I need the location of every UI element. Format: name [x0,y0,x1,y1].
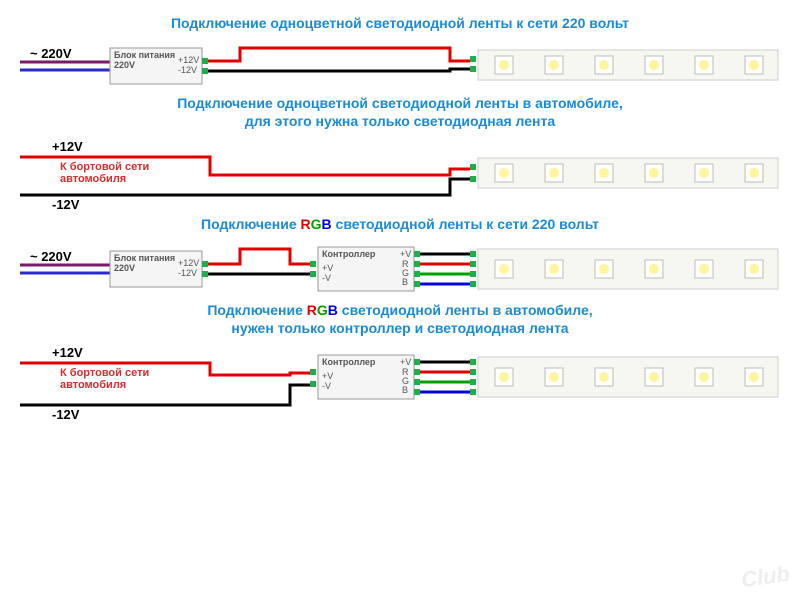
svg-text:B: B [402,277,408,287]
svg-text:B: B [402,385,408,395]
n12-label-2: -12V [52,407,80,422]
n12-label: -12V [52,197,80,211]
watermark: Club [740,561,792,594]
title-1: Подключение одноцветной светодиодной лен… [12,14,788,32]
svg-text:+V: +V [400,357,411,367]
title-2: Подключение одноцветной светодиодной лен… [12,94,788,130]
svg-text:-12V: -12V [178,268,197,278]
p12-label-2: +12V [52,345,83,360]
psu-name: Блок питания [114,50,175,60]
svg-text:220V: 220V [114,263,135,273]
svg-text:Контроллер: Контроллер [322,357,376,367]
diagram-1: ~ 220V Блок питания 220V +12V -12V [20,40,780,90]
ctrl-name: Контроллер [322,249,376,259]
car-net-label: К бортовой сетиавтомобиля [60,161,210,185]
diagram-3: ~ 220V Блок питания 220V +12V -12V Контр… [20,241,780,297]
svg-text:-V: -V [322,273,331,283]
svg-text:+V: +V [400,249,411,259]
diagram-2: +12V К бортовой сетиавтомобиля -12V [20,139,780,211]
psu-in: 220V [114,60,135,70]
ac-220-label: ~ 220V [30,46,72,61]
svg-text:+12V: +12V [178,258,199,268]
svg-text:-V: -V [322,381,331,391]
svg-text:+V: +V [322,263,333,273]
car-net-label-2: К бортовой сетиавтомобиля [60,367,210,391]
psu-outn: -12V [178,65,197,75]
svg-text:+V: +V [322,371,333,381]
psu-outp: +12V [178,55,199,65]
p12-label: +12V [52,139,83,154]
diagram-4: +12V К бортовой сетиавтомобиля -12V Конт… [20,345,780,423]
title-4: Подключение RGB светодиодной ленты в авт… [12,301,788,337]
title-3: Подключение RGB светодиодной ленты к сет… [12,215,788,233]
svg-text:Блок питания: Блок питания [114,253,175,263]
ac-220-label-2: ~ 220V [30,249,72,264]
